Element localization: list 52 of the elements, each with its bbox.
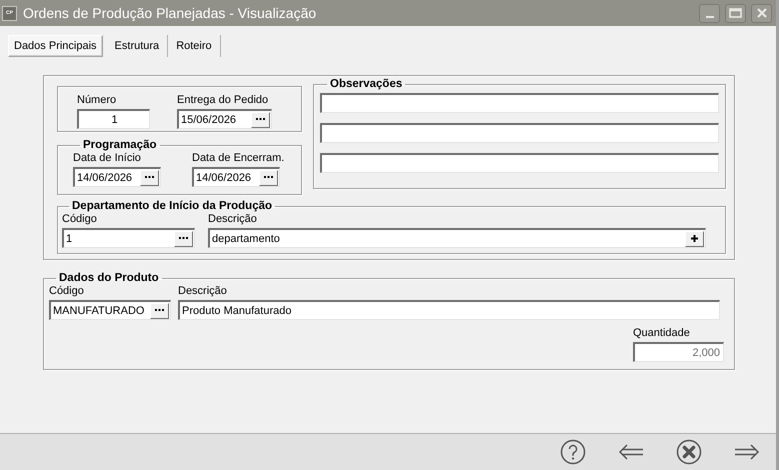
minimize-button[interactable] xyxy=(699,4,720,22)
notes-field[interactable] xyxy=(320,123,719,143)
tab[interactable]: Dados Principais xyxy=(8,35,103,57)
maximize-button[interactable] xyxy=(725,4,746,22)
field-label: Código xyxy=(62,212,98,226)
ellipsis-button[interactable] xyxy=(174,230,193,246)
code-field[interactable]: MANUFATURADO xyxy=(49,300,171,320)
description-field[interactable]: Produto Manufaturado xyxy=(178,300,720,320)
ellipsis-button[interactable] xyxy=(140,170,159,186)
help-button[interactable] xyxy=(558,438,588,466)
group-title: Departamento de Início da Produção xyxy=(71,200,274,212)
maximize-icon xyxy=(729,8,742,18)
left-arrow-icon xyxy=(618,444,644,460)
field-label: Descrição xyxy=(178,284,228,298)
help-icon xyxy=(560,439,586,465)
cancel-icon xyxy=(676,439,702,465)
notes-field[interactable] xyxy=(320,93,719,113)
group-title: Programação xyxy=(82,139,158,151)
ellipsis-icon xyxy=(145,176,154,179)
close-icon xyxy=(756,8,766,18)
ellipsis-button[interactable] xyxy=(259,170,278,186)
close-button[interactable] xyxy=(751,4,772,22)
ellipsis-icon xyxy=(179,237,188,240)
date-field[interactable]: 15/06/2026 xyxy=(177,109,272,129)
date-field[interactable]: 14/06/2026 xyxy=(73,167,161,187)
plus-icon xyxy=(691,235,698,242)
add-button[interactable] xyxy=(685,230,704,246)
code-field[interactable]: 1 xyxy=(62,228,195,248)
number-field[interactable]: 1 xyxy=(77,109,150,129)
ellipsis-button[interactable] xyxy=(251,112,270,128)
ellipsis-icon xyxy=(264,176,273,179)
ellipsis-icon xyxy=(256,118,265,121)
field-label: Descrição xyxy=(208,212,258,226)
field-label: Data de Encerram. xyxy=(192,151,284,165)
group-title: Dados do Produto xyxy=(58,272,160,284)
right-arrow-icon xyxy=(734,444,760,460)
tab[interactable]: Roteiro xyxy=(168,35,221,57)
tab[interactable]: Estrutura xyxy=(106,35,168,57)
window-title: Ordens de Produção Planejadas - Visualização xyxy=(23,5,318,21)
notes-field[interactable] xyxy=(320,153,719,173)
description-field[interactable]: departamento xyxy=(208,228,706,248)
field-label: Quantidade xyxy=(633,326,691,340)
date-field[interactable]: 14/06/2026 xyxy=(192,167,280,187)
field-label: Entrega do Pedido xyxy=(177,93,270,107)
group-title: Observações xyxy=(329,78,404,90)
cancel-button[interactable] xyxy=(674,438,704,466)
minimize-icon xyxy=(706,16,714,18)
field-label: Número xyxy=(77,93,118,107)
ellipsis-button[interactable] xyxy=(150,302,169,318)
field-label: Código xyxy=(49,284,85,298)
field-label: Data de Início xyxy=(73,151,142,165)
ellipsis-icon xyxy=(155,309,164,312)
